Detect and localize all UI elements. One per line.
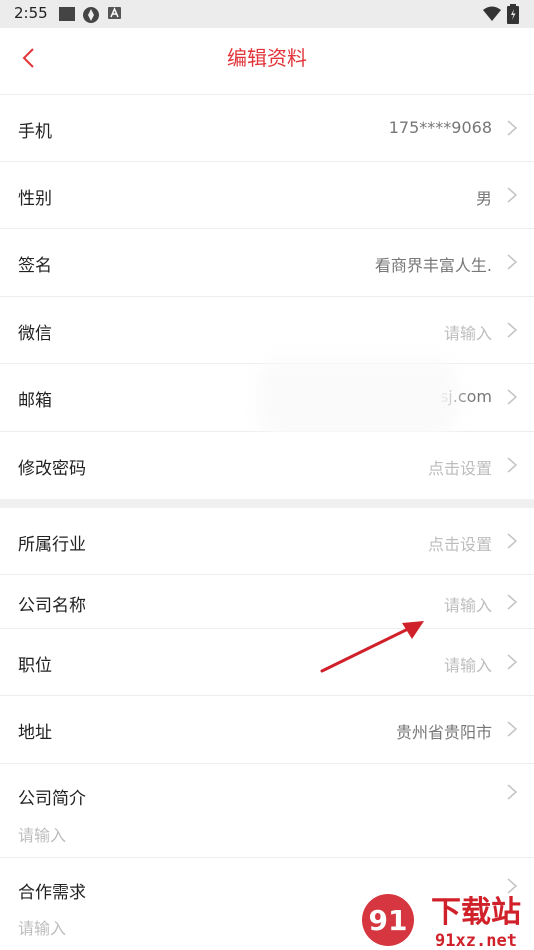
row-company-intro[interactable]: 公司简介 请输入 [0,764,534,858]
chevron-right-icon [507,187,518,203]
section-divider [0,499,534,508]
row-label: 职位 [18,656,52,676]
row-label: 签名 [18,256,52,276]
row-label: 公司名称 [18,596,86,616]
row-phone[interactable]: 手机 175****9068 [0,95,534,162]
row-placeholder: 请输入 [18,826,67,845]
chevron-right-icon [507,784,518,800]
row-company-name[interactable]: 公司名称 请输入 [0,575,534,629]
row-label: 微信 [18,324,52,344]
battery-icon [507,4,519,24]
chevron-right-icon [507,389,518,405]
row-label: 修改密码 [18,459,86,479]
watermark-domain: 91xz.net [435,931,517,950]
row-signature[interactable]: 签名 看商界丰富人生. [0,229,534,297]
row-placeholder: 请输入 [443,324,492,343]
row-placeholder: 点击设置 [427,535,492,554]
chevron-right-icon [507,254,518,270]
row-value: 175****9068 [388,118,492,137]
chevron-right-icon [507,533,518,549]
row-value: 贵州省贵阳市 [395,723,492,742]
row-placeholder: 请输入 [443,656,492,675]
row-position[interactable]: 职位 请输入 [0,629,534,696]
row-label: 地址 [18,723,52,743]
row-placeholder: 请输入 [18,919,67,938]
square-notification-icon [59,7,75,21]
row-label: 手机 [18,122,52,142]
row-label: 邮箱 [18,391,52,411]
page-title: 编辑资料 [227,46,307,70]
aperture-notification-icon [83,7,99,23]
row-address[interactable]: 地址 贵州省贵阳市 [0,696,534,764]
row-placeholder: 点击设置 [427,459,492,478]
a-notification-icon [108,7,121,19]
row-value: sj.com [439,387,492,406]
row-placeholder: 请输入 [443,596,492,615]
row-label: 性别 [18,189,52,209]
chevron-right-icon [507,594,518,610]
chevron-right-icon [507,322,518,338]
watermark-logo-text: 91 [369,904,408,937]
header: 编辑资料 [0,28,534,95]
row-gender[interactable]: 性别 男 [0,162,534,229]
watermark-logo: 91 下载站 91xz.net [362,894,521,950]
chevron-right-icon [507,721,518,737]
row-label: 所属行业 [18,535,86,555]
status-bar: 2:55 [0,0,534,28]
row-wechat[interactable]: 微信 请输入 [0,297,534,364]
row-value: 看商界丰富人生. [374,256,492,275]
row-label: 合作需求 [18,883,86,903]
email-redaction-blur [272,372,442,426]
chevron-right-icon [507,654,518,670]
row-value: 男 [475,189,492,208]
chevron-right-icon [507,457,518,473]
watermark-site-name: 下载站 [431,895,521,930]
status-time: 2:55 [14,4,48,22]
chevron-right-icon [507,120,518,136]
row-label: 公司简介 [18,789,86,809]
row-industry[interactable]: 所属行业 点击设置 [0,508,534,575]
row-change-password[interactable]: 修改密码 点击设置 [0,432,534,499]
annotation-arrow-icon [320,621,424,673]
wifi-icon [483,6,501,21]
row-email[interactable]: 邮箱 sj.com [0,364,534,432]
